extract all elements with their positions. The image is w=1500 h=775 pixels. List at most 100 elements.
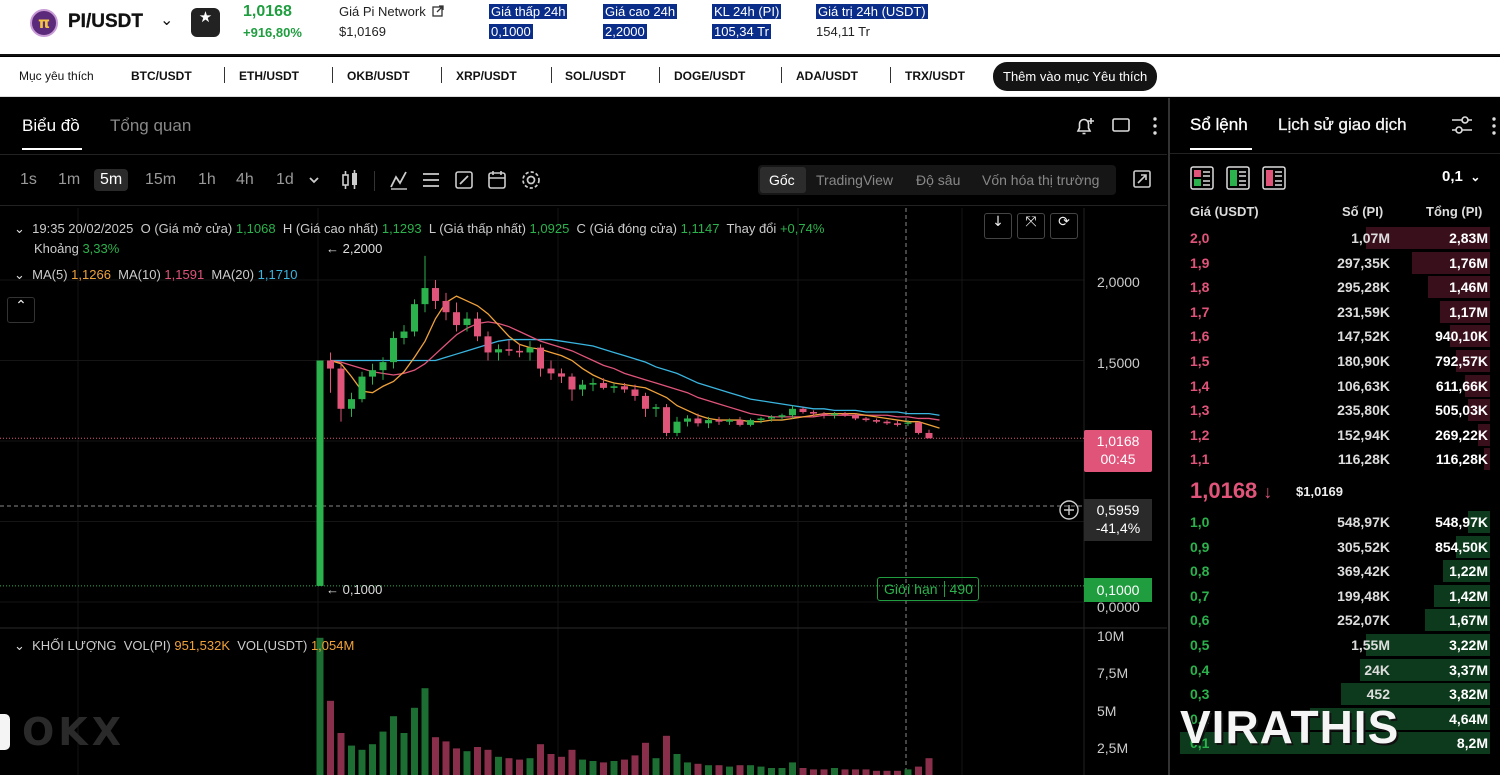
candle-body [820,413,828,416]
timeframe-5m[interactable]: 5m [94,169,129,191]
ask-row[interactable]: 2,0 1,07M 2,83M [1170,226,1500,250]
tab-order-book[interactable]: Sổ lệnh [1190,115,1248,135]
window-mode-icon[interactable] [1111,116,1131,134]
timeframe-1s[interactable]: 1s [14,169,43,191]
ask-total: 940,10K [1435,328,1488,345]
ask-row[interactable]: 1,8 295,28K 1,46M [1170,275,1500,299]
ask-row[interactable]: 1,5 180,90K 792,57K [1170,349,1500,373]
fullscreen-icon[interactable] [1132,169,1152,189]
favorite-pair-sol[interactable]: SOL/USDT [565,69,626,83]
ask-row[interactable]: 1,1 116,28K 116,28K [1170,447,1500,471]
ask-row[interactable]: 1,9 297,35K 1,76M [1170,251,1500,275]
calendar-icon[interactable] [487,169,507,191]
volume-bar [505,758,513,775]
favorite-pair-eth[interactable]: ETH/USDT [239,69,299,83]
add-to-favorites-button[interactable]: Thêm vào mục Yêu thích [993,62,1158,91]
favorite-pair-doge[interactable]: DOGE/USDT [674,69,745,83]
tab-trade-history[interactable]: Lịch sử giao dịch [1278,115,1407,135]
candle-type-icon[interactable] [340,168,360,192]
candle-body [379,362,387,371]
timeframe-1m[interactable]: 1m [52,169,86,191]
pair-selector[interactable]: PI/USDT [68,11,143,33]
layout-asks-icon[interactable] [1262,166,1286,190]
ask-row[interactable]: 1,2 152,94K 269,22K [1170,423,1500,447]
bid-row[interactable]: 0,8 369,42K 1,22M [1170,559,1500,583]
candle-body [358,376,366,400]
settings-gear-icon[interactable] [520,169,542,191]
favorite-pair-ada[interactable]: ADA/USDT [796,69,858,83]
favorite-pair-xrp[interactable]: XRP/USDT [456,69,517,83]
more-menu-icon[interactable] [1490,115,1498,137]
ma10-label: MA(10) [118,267,161,282]
bid-price: 0,5 [1190,637,1210,653]
volume-collapse-icon[interactable]: ⌄ [14,638,29,653]
ask-row[interactable]: 1,3 235,80K 505,03K [1170,398,1500,422]
timeframe-15m[interactable]: 15m [139,169,182,191]
ask-row[interactable]: 1,4 106,63K 611,66K [1170,374,1500,398]
index-price-label[interactable]: Giá Pi Network [339,4,444,19]
favorite-pair-okb[interactable]: OKB/USDT [347,69,410,83]
ask-row[interactable]: 1,7 231,59K 1,17M [1170,300,1500,324]
tab-overview[interactable]: Tổng quan [110,116,191,136]
bid-row[interactable]: 0,5 1,55M 3,22M [1170,633,1500,657]
view-depth[interactable]: Độ sâu [916,172,960,188]
ask-price: 1,2 [1190,426,1210,443]
volume-bar [589,761,597,775]
volume-bar [558,756,565,775]
ma-collapse-icon[interactable]: ⌄ [14,267,29,282]
volume-bar [369,744,376,775]
filter-sliders-icon[interactable] [1450,114,1474,136]
more-menu-icon[interactable] [1151,115,1159,137]
tab-chart[interactable]: Biểu đồ [22,116,80,136]
indicators-icon[interactable] [389,169,409,191]
collapse-legend-button[interactable]: ⌃ [7,297,35,323]
favorite-star-button[interactable]: ★ [191,8,220,37]
bid-row[interactable]: 0,4 24K 3,37M [1170,658,1500,682]
scroll-latest-button[interactable]: ↓ [984,213,1012,239]
bid-row[interactable]: 0,9 305,52K 854,50K [1170,535,1500,559]
scroll-handle[interactable] [0,714,10,750]
timeframe-1h[interactable]: 1h [192,169,222,191]
open-label: O (Giá mở cửa) [140,221,233,236]
low-marker: ← 0,1000 [326,582,383,597]
drawing-tools-icon[interactable] [454,169,474,191]
ask-row[interactable]: 1,6 147,52K 940,10K [1170,324,1500,348]
bid-row[interactable]: 0,7 199,48K 1,42M [1170,584,1500,608]
external-link-icon[interactable] [432,5,444,17]
price-alert-icon[interactable] [1074,115,1096,137]
view-original[interactable]: Gốc [769,172,795,188]
compress-button[interactable]: ⤧ [1017,213,1045,239]
ma5-label: MA(5) [32,267,68,282]
candlestick-chart[interactable] [0,208,1167,775]
bid-row[interactable]: 0,6 252,07K 1,67M [1170,608,1500,632]
list-settings-icon[interactable] [421,169,441,191]
timeframe-4h[interactable]: 4h [230,169,260,191]
reset-view-button[interactable]: ⟳ [1050,213,1078,239]
add-order-plus-icon[interactable] [1058,499,1080,521]
mid-price: 1,0168 ↓ [1190,478,1272,504]
ask-price: 2,0 [1190,230,1210,246]
bid-price: 0,7 [1190,587,1210,604]
favorite-pair-btc[interactable]: BTC/USDT [131,69,192,83]
layout-bids-icon[interactable] [1226,166,1250,190]
view-market-cap[interactable]: Vốn hóa thị trường [982,172,1099,188]
view-tradingview[interactable]: TradingView [816,172,893,188]
tick-size-select[interactable]: 0,1 ⌄ [1442,168,1480,185]
favorite-pair-trx[interactable]: TRX/USDT [905,69,965,83]
candle-body [925,432,933,439]
candle-body [400,331,408,338]
chevron-down-icon[interactable]: ⌄ [160,10,173,29]
volume-bar [327,700,334,775]
limit-order-label[interactable]: Giới hạn 490 [877,577,979,601]
layout-both-icon[interactable] [1190,166,1214,190]
ask-size: 1,07M [1351,230,1390,246]
candle-body [747,420,754,425]
volume-bar [337,733,345,775]
chevron-down-icon[interactable] [307,173,321,187]
legend-collapse-icon[interactable]: ⌄ [14,221,29,236]
bid-row[interactable]: 1,0 548,97K 548,97K [1170,510,1500,534]
current-price-tag: 1,0168 00:45 [1084,430,1152,472]
bid-total: 1,67M [1449,612,1488,629]
candle-body [484,336,492,353]
timeframe-1d[interactable]: 1d [270,169,300,191]
